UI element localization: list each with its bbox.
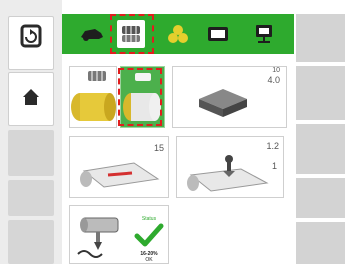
right-slot-4[interactable] [296,178,345,218]
right-slot-1[interactable] [296,14,345,62]
tractor-icon [81,29,103,41]
sidebar-slot-3[interactable] [8,220,54,264]
status-label-small: OK [145,257,153,263]
tab-screen[interactable] [204,20,232,48]
density-value: 4.0 [267,75,280,85]
home-icon [23,89,39,105]
tab-highlight [110,14,154,54]
knife-pressure-icon [187,155,269,192]
network-display-icon [256,25,272,43]
bales-stack-icon [168,25,188,43]
status-tile[interactable]: Status 16-20% OK [69,205,169,264]
screen-icon [208,27,228,41]
tab-bales-stack[interactable] [164,20,192,48]
refresh-icon [20,24,42,48]
right-slot-3[interactable] [296,124,345,174]
top-toolbar [62,14,294,54]
density-unit-label: 10 [272,67,280,74]
net-wrap-value: 15 [153,143,164,153]
right-slot-5[interactable] [296,222,345,264]
tab-tractor[interactable] [78,20,106,48]
sidebar-slot-1[interactable] [8,130,54,176]
density-bale-icon [199,89,247,117]
bale-type-a-tile[interactable] [69,66,117,128]
check-icon [134,223,164,247]
net-wrap-tile[interactable]: 15 [69,136,169,198]
tile-highlight [118,68,162,126]
moisture-sensor-icon [77,217,119,258]
refresh-button[interactable] [8,16,54,70]
tab-network-display[interactable] [250,20,278,48]
net-wrap-icon [80,162,160,188]
knife-pressure-tile[interactable]: 1.2 1 [176,136,284,198]
right-slot-2[interactable] [296,66,345,120]
home-button[interactable] [8,72,54,126]
sidebar-slot-2[interactable] [8,180,54,216]
bale-type-a-icon [71,71,116,121]
bale-density-tile[interactable]: 10 4.0 [172,66,287,128]
